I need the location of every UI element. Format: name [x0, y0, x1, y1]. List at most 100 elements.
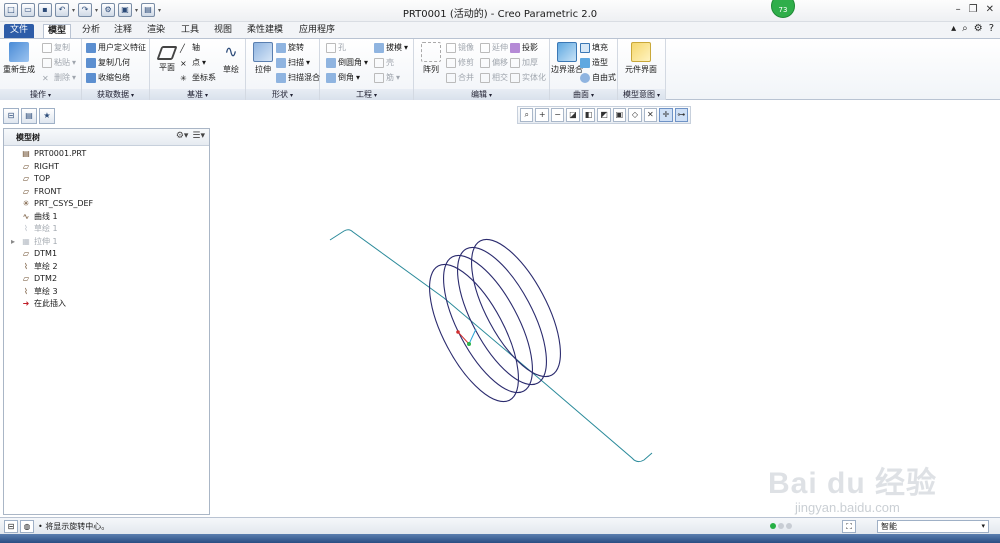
- view-manager-icon[interactable]: ▣: [612, 108, 627, 122]
- tree-columns-icon[interactable]: ☰▾: [192, 131, 205, 141]
- favorites-tab-icon[interactable]: ★: [39, 108, 55, 124]
- tree-item[interactable]: ▱ FRONT: [8, 186, 198, 198]
- show-browser-icon[interactable]: ◍: [20, 520, 34, 533]
- fill-button[interactable]: 填充: [580, 42, 608, 54]
- tab-tools[interactable]: 工具: [177, 24, 203, 38]
- style-button[interactable]: 造型: [580, 57, 608, 69]
- tree-item[interactable]: ▱ TOP: [8, 173, 198, 185]
- paste-button[interactable]: 粘贴 ▾: [42, 57, 76, 69]
- refit-icon[interactable]: ⌕: [520, 108, 534, 122]
- swept-blend-button[interactable]: 扫描混合: [276, 72, 320, 84]
- annotation-display-icon[interactable]: ⊶: [674, 108, 688, 122]
- chamfer-button[interactable]: 倒角 ▾: [326, 72, 360, 84]
- trim-button[interactable]: 修剪: [446, 57, 474, 69]
- spin-center-icon[interactable]: ✛: [659, 108, 673, 122]
- tree-item[interactable]: ✳ PRT_CSYS_DEF: [8, 198, 198, 210]
- repaint-icon[interactable]: ◪: [566, 108, 580, 122]
- mirror-button[interactable]: 镜像: [446, 42, 474, 54]
- datum-display-icon[interactable]: ✕: [643, 108, 658, 122]
- show-navigator-icon[interactable]: ⊟: [4, 520, 18, 533]
- tab-file[interactable]: 文件: [4, 24, 35, 38]
- regenerate-button[interactable]: 重新生成: [2, 42, 36, 75]
- plane-button[interactable]: 平面: [150, 42, 184, 73]
- tab-render[interactable]: 渲染: [143, 24, 169, 38]
- tab-annotate[interactable]: 注释: [110, 24, 136, 38]
- tab-applications[interactable]: 应用程序: [295, 24, 339, 38]
- tree-item[interactable]: ▱ DTM1: [8, 248, 198, 260]
- helix-coil[interactable]: [412, 227, 578, 414]
- tree-item[interactable]: ▱ RIGHT: [8, 161, 198, 173]
- point-button[interactable]: × 点 ▾: [180, 57, 206, 69]
- perspective-icon[interactable]: ◇: [628, 108, 642, 122]
- selection-filter-select[interactable]: 智能: [877, 520, 989, 533]
- zoom-in-icon[interactable]: +: [535, 108, 549, 122]
- group-label-engineering[interactable]: 工程: [320, 89, 413, 100]
- tree-item[interactable]: ⌇ 草绘 3: [8, 286, 198, 298]
- tree-item[interactable]: ▱ DTM2: [8, 273, 198, 285]
- round-button[interactable]: 倒圆角 ▾: [326, 57, 368, 69]
- tree-settings-icon[interactable]: ⚙▾: [176, 131, 189, 141]
- options-icon[interactable]: ⚙: [974, 23, 983, 34]
- tree-item[interactable]: ⌇ 草绘 1: [8, 223, 198, 235]
- saved-views-icon[interactable]: ◩: [597, 108, 611, 122]
- expand-arrow-icon[interactable]: ▸: [8, 237, 18, 247]
- tree-item[interactable]: ➜ 在此插入: [8, 298, 198, 310]
- display-style-icon[interactable]: ◧: [581, 108, 596, 122]
- merge-button[interactable]: 合并: [446, 72, 474, 84]
- group-label-operations[interactable]: 操作: [0, 89, 81, 100]
- thicken-button[interactable]: 加厚: [510, 57, 538, 69]
- csys-button[interactable]: ✳ 坐标系: [180, 72, 216, 84]
- extend-button[interactable]: 延伸: [480, 42, 508, 54]
- boundary-blend-button[interactable]: 边界混合: [550, 42, 584, 75]
- group-label-model-intent[interactable]: 模型意图: [618, 89, 665, 100]
- sweep-trajectory-curve[interactable]: [329, 229, 653, 463]
- project-button[interactable]: 投影: [510, 42, 538, 54]
- hole-button[interactable]: 孔: [326, 42, 346, 54]
- freestyle-button[interactable]: 自由式: [580, 72, 616, 84]
- tab-model[interactable]: 模型: [43, 24, 72, 38]
- copy-button[interactable]: 复制: [42, 42, 70, 54]
- shrinkwrap-button[interactable]: 收缩包络: [86, 72, 130, 84]
- solidify-button[interactable]: 实体化: [510, 72, 546, 84]
- tab-analysis[interactable]: 分析: [78, 24, 104, 38]
- pattern-button[interactable]: 阵列: [414, 42, 448, 75]
- search-icon[interactable]: ⌕: [962, 23, 968, 34]
- group-label-surfaces[interactable]: 曲面: [550, 89, 617, 100]
- minimize-icon[interactable]: –: [956, 4, 961, 15]
- watermark-url: jingyan.baidu.com: [795, 500, 900, 515]
- tree-item[interactable]: ▤ PRT0001.PRT: [8, 148, 198, 160]
- sweep-icon: [276, 58, 286, 68]
- delete-button[interactable]: ✕ 删除 ▾: [42, 72, 76, 84]
- group-label-editing[interactable]: 编辑: [414, 89, 549, 100]
- sketch-button[interactable]: ∿ 草绘: [214, 42, 248, 75]
- folder-browser-tab-icon[interactable]: ▤: [21, 108, 37, 124]
- group-label-datum[interactable]: 基准: [150, 89, 245, 100]
- revolve-button[interactable]: 旋转: [276, 42, 304, 54]
- tab-flexible-modeling[interactable]: 柔性建模: [243, 24, 287, 38]
- sweep-button[interactable]: 扫描 ▾: [276, 57, 310, 69]
- udf-button[interactable]: 用户定义特征: [86, 42, 146, 54]
- restore-icon[interactable]: ❐: [969, 4, 978, 15]
- axis-button[interactable]: ╱ 轴: [180, 42, 200, 54]
- component-interface-button[interactable]: 元件界面: [624, 42, 658, 75]
- zoom-out-icon[interactable]: −: [550, 108, 565, 122]
- shell-button[interactable]: 壳: [374, 57, 394, 69]
- help-icon[interactable]: ?: [989, 23, 994, 34]
- tab-view[interactable]: 视图: [210, 24, 236, 38]
- model-tree-tab-icon[interactable]: ⊟: [3, 108, 19, 124]
- group-label-shapes[interactable]: 形状: [246, 89, 319, 100]
- draft-button[interactable]: 拔模 ▾: [374, 42, 408, 54]
- intersect-button[interactable]: 相交: [480, 72, 508, 84]
- extrude-button[interactable]: 拉伸: [246, 42, 280, 75]
- tree-item[interactable]: ∿ 曲线 1: [8, 211, 198, 223]
- tree-item[interactable]: ⌇ 草绘 2: [8, 261, 198, 273]
- close-icon[interactable]: ✕: [986, 4, 994, 15]
- offset-button[interactable]: 偏移: [480, 57, 508, 69]
- group-label-get-data[interactable]: 获取数据: [82, 89, 149, 100]
- selection-filter-icon[interactable]: ⛶: [842, 520, 856, 533]
- ribbon-minimize-icon[interactable]: ▴: [951, 23, 956, 34]
- copy-geometry-button[interactable]: 复制几何: [86, 57, 130, 69]
- tree-item[interactable]: ▸ ▦ 拉伸 1: [8, 236, 198, 248]
- rib-button[interactable]: 筋 ▾: [374, 72, 400, 84]
